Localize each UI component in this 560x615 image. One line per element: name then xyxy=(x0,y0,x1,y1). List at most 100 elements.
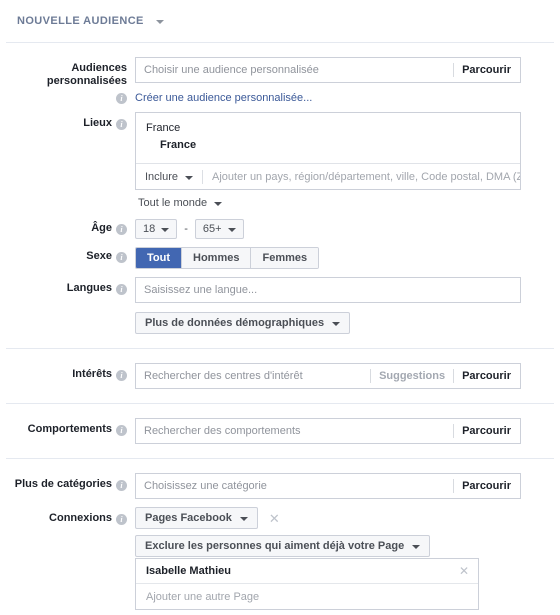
info-icon[interactable]: i xyxy=(116,224,127,235)
info-icon[interactable]: i xyxy=(116,425,127,436)
custom-audiences-placeholder: Choisir une audience personnalisée xyxy=(144,64,319,76)
age-label: Âge xyxy=(91,222,112,234)
info-icon[interactable]: i xyxy=(116,480,127,491)
behaviors-field-col: Rechercher des comportements Parcourir xyxy=(135,418,560,444)
behaviors-placeholder: Rechercher des comportements xyxy=(144,425,301,437)
list-item[interactable]: Isabelle Mathieu ✕ xyxy=(136,559,478,584)
more-categories-row: Plus de catégories i Choisissez une catég… xyxy=(0,473,560,499)
chevron-down-icon[interactable] xyxy=(214,202,223,206)
gender-option-men[interactable]: Hommes xyxy=(181,248,251,268)
more-categories-label: Plus de catégories xyxy=(14,478,112,490)
chevron-down-icon[interactable] xyxy=(155,20,164,24)
chevron-down-icon[interactable] xyxy=(412,545,421,549)
field-separator xyxy=(202,169,204,184)
excluded-pages-list: Isabelle Mathieu ✕ Ajouter une autre Pag… xyxy=(135,558,479,610)
connections-exclusion-select[interactable]: Exclure les personnes qui aiment déjà vo… xyxy=(135,535,431,557)
info-icon[interactable]: i xyxy=(116,119,127,130)
languages-placeholder: Saisissez une langue... xyxy=(144,284,258,296)
excluded-page-name: Isabelle Mathieu xyxy=(146,565,231,577)
more-categories-placeholder: Choisissez une catégorie xyxy=(144,480,267,492)
close-icon[interactable]: ✕ xyxy=(269,512,280,525)
connections-label: Connexions xyxy=(49,512,112,524)
chevron-down-icon[interactable] xyxy=(227,228,236,232)
info-icon[interactable]: i xyxy=(116,284,127,295)
behaviors-actions: Parcourir xyxy=(445,419,520,443)
custom-audiences-field-col: Choisir une audience personnalisée Parco… xyxy=(135,57,560,104)
audience-targeting-panel: NOUVELLE AUDIENCE Audiences personnalisé… xyxy=(0,0,560,615)
add-another-page-input[interactable]: Ajouter une autre Page xyxy=(136,584,478,609)
languages-row: Langues i Saisissez une langue... Plus de… xyxy=(0,277,560,334)
locations-input-row[interactable]: Inclure Ajouter un pays, région/départem… xyxy=(136,163,520,189)
more-categories-actions: Parcourir xyxy=(445,474,520,498)
interests-actions: Suggestions Parcourir xyxy=(362,364,520,388)
more-categories-field-col: Choisissez une catégorie Parcourir xyxy=(135,473,560,499)
age-min-select[interactable]: 18 xyxy=(135,219,178,239)
behaviors-label: Comportements xyxy=(27,423,112,435)
interests-label: Intérêts xyxy=(72,368,112,380)
action-separator xyxy=(370,369,372,383)
interests-row: Intérêts i Rechercher des centres d'intér… xyxy=(0,363,560,389)
locations-include-mode-label: Inclure xyxy=(145,170,179,183)
more-categories-browse-button[interactable]: Parcourir xyxy=(462,480,511,492)
action-separator xyxy=(453,424,455,438)
more-demographics-button[interactable]: Plus de données démographiques xyxy=(135,312,351,334)
audience-scope-select[interactable]: Tout le monde xyxy=(138,197,223,209)
gender-label: Sexe xyxy=(86,250,112,262)
info-icon[interactable]: i xyxy=(116,252,127,263)
locations-selected-item: France xyxy=(160,139,197,151)
behaviors-label-col: Comportements i xyxy=(0,418,135,436)
action-separator xyxy=(453,63,455,77)
gender-segmented-control: Tout Hommes Femmes xyxy=(135,247,320,269)
age-label-col: Âge i xyxy=(0,217,135,235)
interests-suggestions-button[interactable]: Suggestions xyxy=(379,370,445,382)
custom-audiences-input[interactable]: Choisir une audience personnalisée Parco… xyxy=(135,57,521,83)
gender-row: Sexe i Tout Hommes Femmes xyxy=(0,245,560,269)
connections-label-col: Connexions i xyxy=(0,507,135,525)
age-field-col: 18 - 65+ xyxy=(135,217,560,239)
info-icon[interactable]: i xyxy=(116,93,127,104)
interests-placeholder: Rechercher des centres d'intérêt xyxy=(144,370,303,382)
chevron-down-icon[interactable] xyxy=(332,322,341,326)
age-range-separator: - xyxy=(184,223,188,235)
gender-option-all[interactable]: Tout xyxy=(136,248,182,268)
languages-field-col: Saisissez une langue... Plus de données … xyxy=(135,277,560,334)
interests-input[interactable]: Rechercher des centres d'intérêt Suggest… xyxy=(135,363,521,389)
locations-include-mode-select[interactable]: Inclure xyxy=(145,170,194,183)
interests-field-col: Rechercher des centres d'intérêt Suggest… xyxy=(135,363,560,389)
age-max-select[interactable]: 65+ xyxy=(194,219,244,239)
locations-box: France France Inclure Ajouter un pays, r… xyxy=(135,112,521,190)
info-icon[interactable]: i xyxy=(116,370,127,381)
chevron-down-icon[interactable] xyxy=(239,517,248,521)
gender-label-col: Sexe i xyxy=(0,245,135,263)
behaviors-row: Comportements i Rechercher des comporteme… xyxy=(0,418,560,444)
connections-type-row: Pages Facebook ✕ xyxy=(135,507,560,529)
languages-input[interactable]: Saisissez une langue... xyxy=(135,277,521,303)
languages-label-col: Langues i xyxy=(0,277,135,295)
audience-header[interactable]: NOUVELLE AUDIENCE xyxy=(0,0,560,42)
audience-scope-label: Tout le monde xyxy=(138,197,208,209)
age-row: Âge i 18 - 65+ xyxy=(0,217,560,239)
custom-audiences-label-col: Audiences personnalisées i xyxy=(0,57,135,104)
chevron-down-icon[interactable] xyxy=(185,175,194,180)
connections-type-label: Pages Facebook xyxy=(145,512,232,524)
close-icon[interactable]: ✕ xyxy=(459,565,469,577)
gender-option-women[interactable]: Femmes xyxy=(250,248,319,268)
chevron-down-icon[interactable] xyxy=(161,228,170,232)
custom-audiences-row: Audiences personnalisées i Choisir une a… xyxy=(0,57,560,104)
locations-row: Lieux i France France Inclure Ajouter un … xyxy=(0,112,560,209)
custom-audiences-actions: Parcourir xyxy=(445,58,520,82)
locations-label: Lieux xyxy=(83,117,112,129)
custom-audiences-browse-button[interactable]: Parcourir xyxy=(462,64,511,76)
locations-selected-list: France France xyxy=(136,113,520,163)
create-custom-audience-link[interactable]: Créer une audience personnalisée... xyxy=(135,92,312,104)
connections-row: Connexions i Pages Facebook ✕ Exclure les… xyxy=(0,507,560,610)
more-categories-input[interactable]: Choisissez une catégorie Parcourir xyxy=(135,473,521,499)
behaviors-input[interactable]: Rechercher des comportements Parcourir xyxy=(135,418,521,444)
audience-header-title: NOUVELLE AUDIENCE xyxy=(17,15,144,27)
behaviors-browse-button[interactable]: Parcourir xyxy=(462,425,511,437)
connections-type-select[interactable]: Pages Facebook xyxy=(135,507,258,529)
info-icon[interactable]: i xyxy=(116,514,127,525)
interests-browse-button[interactable]: Parcourir xyxy=(462,370,511,382)
custom-audiences-label: Audiences personnalisées xyxy=(46,62,127,87)
more-categories-label-col: Plus de catégories i xyxy=(0,473,135,491)
